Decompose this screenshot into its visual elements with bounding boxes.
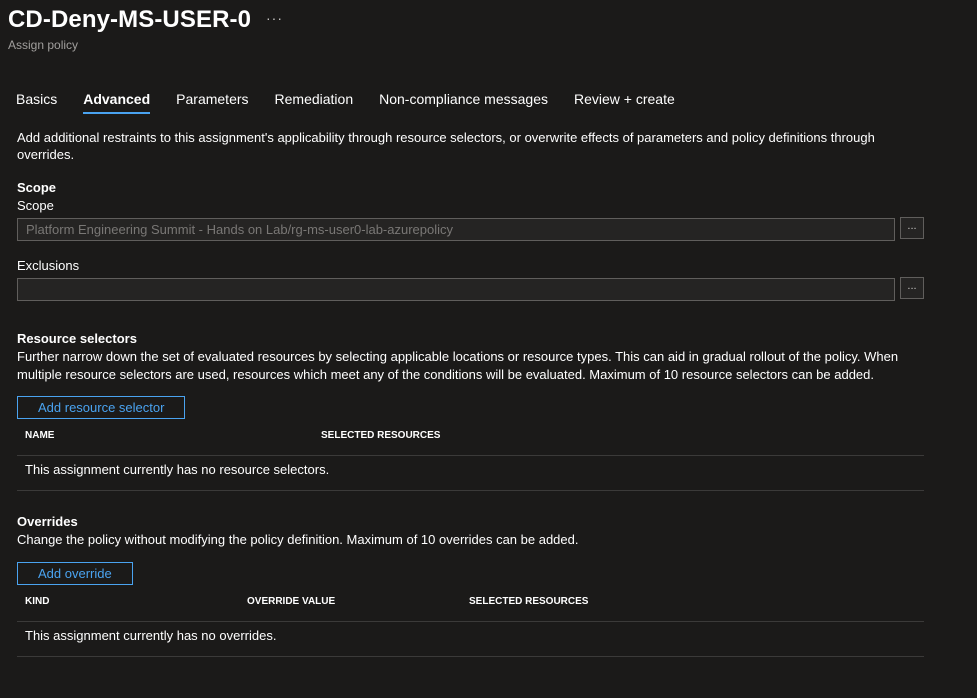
exclusions-browse-button[interactable]: ... [900,277,924,299]
column-header-selected-resources: SELECTED RESOURCES [321,430,441,441]
column-header-name: NAME [25,430,55,441]
overrides-heading: Overrides [17,514,78,529]
resource-selectors-description: Further narrow down the set of evaluated… [17,349,899,382]
tab-bar: Basics Advanced Parameters Remediation N… [16,91,701,114]
overrides-empty-message: This assignment currently has no overrid… [25,628,277,643]
tab-remediation[interactable]: Remediation [275,91,354,114]
resource-selectors-empty-message: This assignment currently has no resourc… [25,462,330,477]
tab-non-compliance-messages[interactable]: Non-compliance messages [379,91,548,114]
table-divider [17,621,924,622]
scope-label: Scope [17,198,54,213]
add-override-button[interactable]: Add override [17,562,133,585]
more-options-icon[interactable]: ··· [266,10,283,26]
exclusions-field [17,278,895,301]
page-subtitle: Assign policy [8,38,79,52]
resource-selectors-heading: Resource selectors [17,331,137,346]
tab-review-create[interactable]: Review + create [574,91,675,114]
table-divider [17,490,924,491]
advanced-description: Add additional restraints to this assign… [17,130,875,162]
scope-heading: Scope [17,180,57,195]
page-header: CD-Deny-MS-USER-0 ··· Assign policy [8,6,282,52]
assign-policy-page: CD-Deny-MS-USER-0 ··· Assign policy Basi… [0,0,977,698]
table-divider [17,656,924,657]
add-resource-selector-button[interactable]: Add resource selector [17,396,186,419]
column-header-kind: KIND [25,596,50,607]
column-header-override-value: OVERRIDE VALUE [247,596,336,607]
exclusions-label: Exclusions [17,258,80,273]
tab-basics[interactable]: Basics [16,91,57,114]
table-divider [17,455,924,456]
tab-parameters[interactable]: Parameters [176,91,248,114]
tab-advanced[interactable]: Advanced [83,91,150,114]
page-title: CD-Deny-MS-USER-0 [8,6,252,33]
scope-browse-button[interactable]: ... [900,217,924,239]
scope-field: Platform Engineering Summit - Hands on L… [17,218,895,241]
overrides-description: Change the policy without modifying the … [17,532,579,547]
column-header-selected-resources: SELECTED RESOURCES [469,596,589,607]
